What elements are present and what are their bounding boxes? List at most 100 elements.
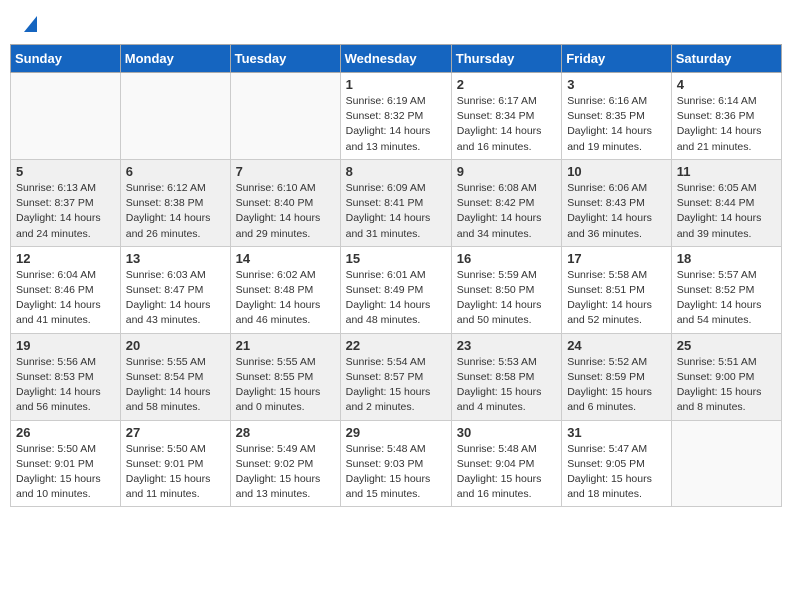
header-wednesday: Wednesday [340,45,451,73]
calendar-cell: 9Sunrise: 6:08 AM Sunset: 8:42 PM Daylig… [451,159,561,246]
day-number: 17 [567,251,666,266]
day-info: Sunrise: 6:04 AM Sunset: 8:46 PM Dayligh… [16,268,115,329]
day-info: Sunrise: 6:09 AM Sunset: 8:41 PM Dayligh… [346,181,446,242]
calendar-cell: 27 Sunrise: 5:50 AM Sunset: 9:01 PM Dayli… [120,420,230,507]
day-info: Sunrise: 5:50 AM Sunset: 9:01 PM Dayligh… [16,442,115,503]
day-info: Sunrise: 6:10 AM Sunset: 8:40 PM Dayligh… [236,181,335,242]
calendar-week-row: 19 Sunrise: 5:56 AM Sunset: 8:53 PM Dayli… [11,333,782,420]
day-number: 8 [346,164,446,179]
day-number: 19 [16,338,115,353]
day-info: Sunrise: 6:19 AM Sunset: 8:32 PM Dayligh… [346,94,446,155]
day-info: Sunrise: 5:48 AM Sunset: 9:04 PM Dayligh… [457,442,556,503]
calendar-cell: 3 Sunrise: 6:16 AM Sunset: 8:35 PM Daylig… [562,73,672,160]
page-header [10,10,782,36]
day-info: Sunrise: 6:17 AM Sunset: 8:34 PM Dayligh… [457,94,556,155]
day-number: 25 [677,338,776,353]
calendar-cell: 2 Sunrise: 6:17 AM Sunset: 8:34 PM Daylig… [451,73,561,160]
header-friday: Friday [562,45,672,73]
calendar-cell: 15 Sunrise: 6:01 AM Sunset: 8:49 PM Dayli… [340,246,451,333]
day-info: Sunrise: 5:53 AM Sunset: 8:58 PM Dayligh… [457,355,556,416]
day-info: Sunrise: 5:54 AM Sunset: 8:57 PM Dayligh… [346,355,446,416]
calendar-week-row: 5 Sunrise: 6:13 AM Sunset: 8:37 PM Daylig… [11,159,782,246]
day-number: 6 [126,164,225,179]
calendar-cell: 5 Sunrise: 6:13 AM Sunset: 8:37 PM Daylig… [11,159,121,246]
day-number: 29 [346,425,446,440]
day-info: Sunrise: 5:58 AM Sunset: 8:51 PM Dayligh… [567,268,666,329]
day-number: 27 [126,425,225,440]
day-info: Sunrise: 5:57 AM Sunset: 8:52 PM Dayligh… [677,268,776,329]
day-info: Sunrise: 5:56 AM Sunset: 8:53 PM Dayligh… [16,355,115,416]
day-number: 23 [457,338,556,353]
day-number: 21 [236,338,335,353]
calendar-cell: 10Sunrise: 6:06 AM Sunset: 8:43 PM Dayli… [562,159,672,246]
day-number: 31 [567,425,666,440]
day-number: 3 [567,77,666,92]
calendar-cell: 30 Sunrise: 5:48 AM Sunset: 9:04 PM Dayli… [451,420,561,507]
calendar-cell [120,73,230,160]
calendar-week-row: 26 Sunrise: 5:50 AM Sunset: 9:01 PM Dayli… [11,420,782,507]
day-number: 12 [16,251,115,266]
day-info: Sunrise: 6:01 AM Sunset: 8:49 PM Dayligh… [346,268,446,329]
day-number: 18 [677,251,776,266]
calendar-cell: 25 Sunrise: 5:51 AM Sunset: 9:00 PM Dayli… [671,333,781,420]
calendar-cell: 29Sunrise: 5:48 AM Sunset: 9:03 PM Dayli… [340,420,451,507]
logo-triangle-icon [19,14,37,32]
calendar-cell [671,420,781,507]
day-number: 11 [677,164,776,179]
logo [18,14,37,32]
calendar-cell: 4Sunrise: 6:14 AM Sunset: 8:36 PM Daylig… [671,73,781,160]
day-number: 26 [16,425,115,440]
day-info: Sunrise: 5:51 AM Sunset: 9:00 PM Dayligh… [677,355,776,416]
day-info: Sunrise: 5:52 AM Sunset: 8:59 PM Dayligh… [567,355,666,416]
day-number: 20 [126,338,225,353]
day-number: 7 [236,164,335,179]
calendar-cell: 21 Sunrise: 5:55 AM Sunset: 8:55 PM Dayli… [230,333,340,420]
calendar-week-row: 12 Sunrise: 6:04 AM Sunset: 8:46 PM Dayli… [11,246,782,333]
calendar-cell: 1 Sunrise: 6:19 AM Sunset: 8:32 PM Daylig… [340,73,451,160]
calendar-cell: 22 Sunrise: 5:54 AM Sunset: 8:57 PM Dayli… [340,333,451,420]
header-sunday: Sunday [11,45,121,73]
calendar-cell: 20 Sunrise: 5:55 AM Sunset: 8:54 PM Dayli… [120,333,230,420]
day-info: Sunrise: 6:05 AM Sunset: 8:44 PM Dayligh… [677,181,776,242]
calendar-cell: 7 Sunrise: 6:10 AM Sunset: 8:40 PM Daylig… [230,159,340,246]
calendar-cell: 28 Sunrise: 5:49 AM Sunset: 9:02 PM Dayli… [230,420,340,507]
day-info: Sunrise: 5:55 AM Sunset: 8:54 PM Dayligh… [126,355,225,416]
day-number: 16 [457,251,556,266]
day-number: 15 [346,251,446,266]
day-info: Sunrise: 5:49 AM Sunset: 9:02 PM Dayligh… [236,442,335,503]
calendar-header-row: SundayMondayTuesdayWednesdayThursdayFrid… [11,45,782,73]
calendar-cell: 31 Sunrise: 5:47 AM Sunset: 9:05 PM Dayli… [562,420,672,507]
calendar-cell: 12 Sunrise: 6:04 AM Sunset: 8:46 PM Dayli… [11,246,121,333]
day-info: Sunrise: 5:59 AM Sunset: 8:50 PM Dayligh… [457,268,556,329]
day-info: Sunrise: 5:55 AM Sunset: 8:55 PM Dayligh… [236,355,335,416]
day-number: 9 [457,164,556,179]
day-number: 10 [567,164,666,179]
calendar-cell: 23 Sunrise: 5:53 AM Sunset: 8:58 PM Dayli… [451,333,561,420]
calendar-cell: 16 Sunrise: 5:59 AM Sunset: 8:50 PM Dayli… [451,246,561,333]
day-number: 28 [236,425,335,440]
calendar-cell: 19 Sunrise: 5:56 AM Sunset: 8:53 PM Dayli… [11,333,121,420]
header-monday: Monday [120,45,230,73]
day-number: 5 [16,164,115,179]
day-number: 2 [457,77,556,92]
day-info: Sunrise: 5:47 AM Sunset: 9:05 PM Dayligh… [567,442,666,503]
day-info: Sunrise: 5:50 AM Sunset: 9:01 PM Dayligh… [126,442,225,503]
day-number: 22 [346,338,446,353]
day-info: Sunrise: 6:13 AM Sunset: 8:37 PM Dayligh… [16,181,115,242]
header-saturday: Saturday [671,45,781,73]
calendar-cell: 13Sunrise: 6:03 AM Sunset: 8:47 PM Dayli… [120,246,230,333]
day-number: 1 [346,77,446,92]
day-info: Sunrise: 6:16 AM Sunset: 8:35 PM Dayligh… [567,94,666,155]
calendar-week-row: 1 Sunrise: 6:19 AM Sunset: 8:32 PM Daylig… [11,73,782,160]
calendar-cell: 8 Sunrise: 6:09 AM Sunset: 8:41 PM Daylig… [340,159,451,246]
day-info: Sunrise: 6:02 AM Sunset: 8:48 PM Dayligh… [236,268,335,329]
calendar-cell: 24 Sunrise: 5:52 AM Sunset: 8:59 PM Dayli… [562,333,672,420]
calendar-cell: 6Sunrise: 6:12 AM Sunset: 8:38 PM Daylig… [120,159,230,246]
calendar-cell: 18 Sunrise: 5:57 AM Sunset: 8:52 PM Dayli… [671,246,781,333]
header-tuesday: Tuesday [230,45,340,73]
calendar-cell: 17 Sunrise: 5:58 AM Sunset: 8:51 PM Dayli… [562,246,672,333]
day-number: 30 [457,425,556,440]
day-number: 24 [567,338,666,353]
day-number: 4 [677,77,776,92]
calendar-cell [230,73,340,160]
